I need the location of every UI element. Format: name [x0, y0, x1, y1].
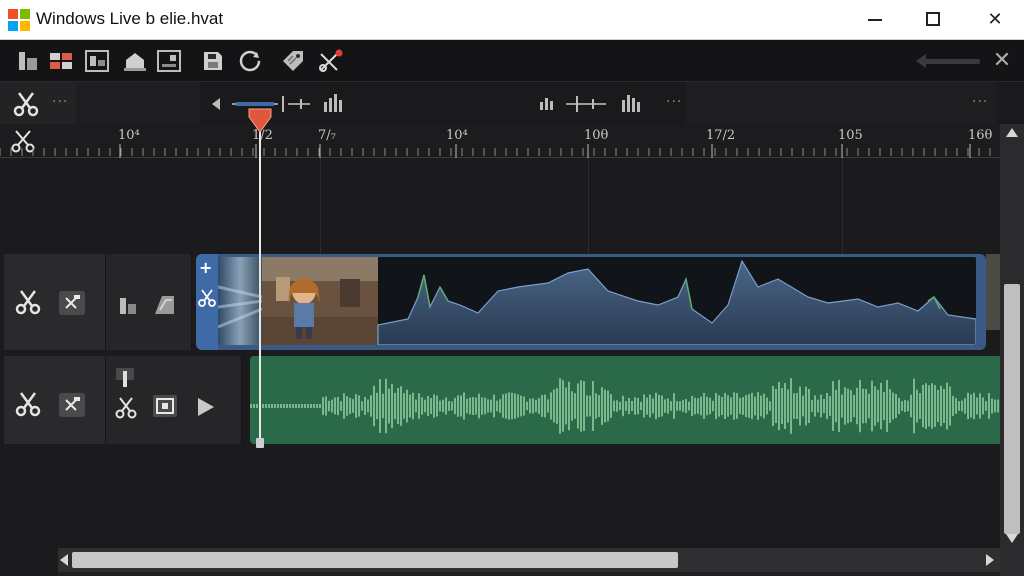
timeline-ruler[interactable]: 10⁴ 1/2 7/₇ 10⁴ 10θ 17/2 105 16θ [0, 124, 1000, 158]
control-bar-right: ··· [686, 82, 996, 124]
scissors-icon[interactable] [14, 288, 42, 316]
video-track-tools [106, 254, 192, 350]
control-bar-mid [76, 82, 200, 124]
playhead-anchor[interactable] [256, 438, 264, 448]
scroll-up-icon[interactable] [1006, 128, 1018, 137]
play-icon[interactable] [194, 396, 216, 418]
next-clip-edge[interactable] [986, 254, 1000, 330]
ruler-label: 10⁴ [118, 128, 140, 143]
clip-handle[interactable]: + [196, 254, 218, 350]
ruler-label: 17/2 [706, 128, 736, 143]
close-icon: ✕ [987, 9, 1003, 30]
audio-waveform [250, 378, 999, 434]
vertical-scrollbar[interactable] [1000, 124, 1024, 548]
grid-line [320, 158, 321, 254]
video-track-header [4, 254, 106, 350]
volume-slider[interactable] [210, 92, 350, 116]
maximize-button[interactable] [904, 0, 962, 40]
control-bar: ··· ··· ··· [0, 82, 1024, 124]
trim-icon[interactable] [58, 290, 86, 316]
ruler-label: 105 [838, 128, 863, 143]
effects-icon[interactable] [152, 292, 178, 316]
audio-clip[interactable] [250, 356, 1000, 444]
maximize-icon [926, 12, 940, 26]
audio-level-controls[interactable] [538, 92, 668, 116]
storyboard-icon[interactable] [48, 48, 74, 74]
audio-track-header [4, 356, 106, 444]
clip-icon[interactable] [16, 48, 42, 74]
scissors-icon[interactable] [114, 396, 138, 420]
app-window: Windows Live b elie.hvat ✕ ✕ ··· ··· ···… [0, 0, 1024, 576]
main-toolbar: ✕ [0, 40, 1024, 82]
ruler-label: 16θ [968, 128, 993, 143]
overflow-menu-icon[interactable]: ··· [972, 94, 988, 110]
windows-logo-icon [8, 9, 30, 31]
ruler-label: 10⁴ [446, 128, 468, 143]
control-bar-left: ··· [0, 82, 76, 124]
horizontal-scrollbar[interactable] [58, 548, 1000, 572]
add-icon[interactable]: + [199, 260, 212, 276]
grid-line [588, 158, 589, 254]
playhead-line[interactable] [259, 118, 261, 446]
scissors-icon[interactable] [14, 390, 42, 418]
close-button[interactable]: ✕ [966, 0, 1024, 40]
scrollbar-corner [1000, 548, 1024, 576]
split-marker-icon[interactable] [114, 366, 136, 388]
vertical-scroll-thumb[interactable] [1004, 284, 1020, 534]
audio-track-tools [106, 356, 242, 444]
ruler-label: 7/₇ [318, 128, 336, 143]
minimize-icon [868, 19, 882, 21]
video-thumbnails [218, 257, 976, 345]
ruler-label: 10θ [584, 128, 609, 143]
video-clip[interactable]: + [196, 254, 986, 350]
split-edit-icon[interactable] [317, 48, 343, 74]
clip-icon[interactable] [116, 292, 140, 316]
scroll-right-icon[interactable] [986, 554, 994, 566]
timeline-area [0, 158, 1000, 548]
more-options-icon[interactable]: ··· [52, 94, 68, 110]
scissors-icon[interactable] [12, 90, 40, 118]
title-bar: Windows Live b elie.hvat ✕ [0, 0, 1024, 40]
scroll-down-icon[interactable] [1006, 534, 1018, 543]
scroll-left-icon[interactable] [60, 554, 68, 566]
save-icon[interactable] [200, 48, 226, 74]
horizontal-scroll-thumb[interactable] [72, 552, 678, 568]
fit-frame-icon[interactable] [152, 394, 178, 418]
scissors-icon[interactable] [198, 288, 216, 308]
grid-line [842, 158, 843, 254]
back-arrow-icon[interactable] [916, 54, 980, 68]
home-icon[interactable] [122, 48, 148, 74]
more-options-icon[interactable]: ··· [666, 94, 682, 110]
window-title: Windows Live b elie.hvat [36, 9, 224, 28]
titles-icon[interactable] [84, 48, 110, 74]
minimize-button[interactable] [846, 0, 904, 40]
scrollbar-corner [0, 548, 58, 576]
trim-icon[interactable] [58, 392, 86, 418]
playhead-handle[interactable] [248, 107, 272, 133]
tag-icon[interactable] [280, 48, 306, 74]
rotate-icon[interactable] [237, 48, 263, 74]
panel-close-button[interactable]: ✕ [990, 48, 1014, 74]
caption-icon[interactable] [156, 48, 182, 74]
